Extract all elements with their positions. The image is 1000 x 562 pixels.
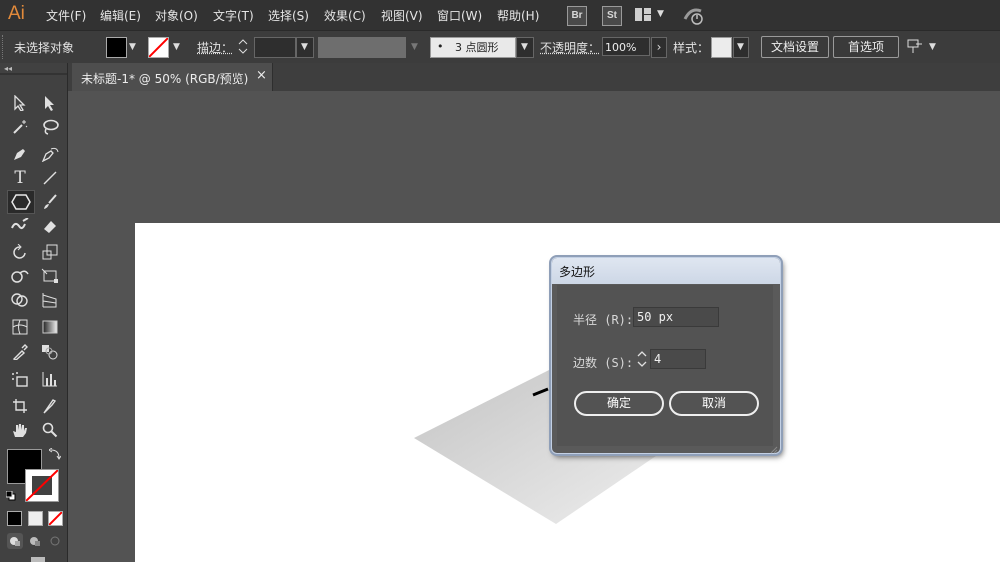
bridge-button[interactable]: Br [567, 6, 587, 26]
tools-panel: ◂◂ T [0, 63, 68, 562]
line-icon[interactable] [39, 168, 61, 188]
lasso-icon[interactable] [39, 117, 61, 137]
document-tab[interactable]: 未标题-1* @ 50% (RGB/预览) × [72, 63, 273, 91]
shape-builder-icon[interactable] [9, 290, 31, 310]
brush-definition[interactable]: • 3 点圆形 [430, 37, 516, 58]
polygon-icon[interactable] [7, 190, 35, 214]
radius-input[interactable]: 50 px [633, 307, 719, 327]
chevron-down-icon[interactable]: ▼ [411, 42, 418, 52]
stroke-label[interactable]: 描边： [197, 39, 233, 56]
style-dropdown[interactable]: ▼ [733, 37, 749, 58]
column-graph-icon[interactable] [39, 369, 61, 389]
stroke-weight-dropdown[interactable]: ▼ [296, 37, 314, 58]
gradient-mode-icon[interactable] [28, 511, 43, 526]
app-logo: Ai [8, 3, 25, 24]
pen-icon[interactable] [9, 144, 31, 164]
control-bar: 未选择对象 ▼ ▼ 描边： ▼ ▼ • 3 点圆形 ▼ 不透明度： 100% ›… [0, 30, 1000, 64]
panel-divider [0, 73, 67, 75]
stroke-swatch[interactable] [148, 37, 169, 58]
document-setup-button[interactable]: 文档设置 [761, 36, 829, 58]
resize-grip-icon[interactable] [770, 443, 778, 454]
variable-width-profile[interactable] [318, 37, 406, 58]
perspective-icon[interactable] [39, 290, 61, 310]
dialog-title: 多边形 [559, 265, 596, 279]
chevron-down-icon[interactable]: ▼ [129, 42, 136, 52]
zoom-icon[interactable] [39, 420, 61, 440]
menu-window[interactable]: 窗口(W) [437, 7, 482, 24]
polygon-dialog: 多边形 半径 (R): 50 px 边数 (S): 4 确定 取消 [551, 257, 781, 454]
default-colors-icon[interactable] [5, 490, 16, 501]
chevron-right-icon[interactable]: › [651, 37, 667, 58]
swap-fill-stroke-icon[interactable] [48, 447, 62, 460]
menu-help[interactable]: 帮助(H) [497, 7, 539, 24]
sides-stepper[interactable] [636, 349, 648, 369]
brush-label: 3 点圆形 [455, 41, 499, 54]
none-mode-icon[interactable] [48, 511, 63, 526]
rotate-icon[interactable] [9, 242, 31, 262]
stroke-weight-stepper[interactable] [236, 37, 250, 56]
shaper-icon[interactable] [9, 216, 31, 236]
gradient-icon[interactable] [39, 317, 61, 337]
paintbrush-icon[interactable] [39, 192, 61, 212]
cancel-button[interactable]: 取消 [669, 391, 759, 416]
menu-select[interactable]: 选择(S) [268, 7, 309, 24]
ok-button[interactable]: 确定 [574, 391, 664, 416]
eraser-icon[interactable] [39, 216, 61, 236]
document-tab-title: 未标题-1* @ 50% (RGB/预览) [81, 72, 249, 86]
opacity-label[interactable]: 不透明度： [540, 39, 600, 56]
selection-status: 未选择对象 [14, 41, 75, 55]
radius-label: 半径 (R): [573, 313, 634, 327]
free-transform-icon[interactable] [39, 266, 61, 286]
close-icon[interactable]: × [256, 68, 267, 83]
sides-label: 边数 (S): [573, 356, 634, 370]
curvature-icon[interactable] [39, 144, 61, 164]
menu-edit[interactable]: 编辑(E) [100, 7, 141, 24]
eyedropper-icon[interactable] [9, 342, 31, 362]
artboard-icon[interactable] [9, 396, 31, 416]
stroke-color-box[interactable] [25, 469, 59, 502]
blend-icon[interactable] [39, 342, 61, 362]
mesh-icon[interactable] [9, 317, 31, 337]
selection-icon[interactable] [9, 93, 31, 113]
slice-icon[interactable] [39, 396, 61, 416]
workspace-layout-icon[interactable] [635, 8, 651, 21]
menu-object[interactable]: 对象(O) [155, 7, 198, 24]
preferences-button[interactable]: 首选项 [833, 36, 899, 58]
panel-grip[interactable] [2, 35, 5, 59]
menu-view[interactable]: 视图(V) [381, 7, 423, 24]
sides-input[interactable]: 4 [650, 349, 706, 369]
magic-wand-icon[interactable] [9, 117, 31, 137]
stock-button[interactable]: St [602, 6, 622, 26]
opacity-input[interactable]: 100% [602, 37, 650, 56]
fill-swatch[interactable] [106, 37, 127, 58]
hand-icon[interactable] [9, 420, 31, 440]
graphic-style-swatch[interactable] [711, 37, 732, 58]
chevron-down-icon[interactable]: ▼ [929, 42, 936, 52]
chevron-down-icon[interactable]: ▼ [657, 9, 664, 19]
color-mode-icon[interactable] [7, 511, 22, 526]
chevron-down-icon[interactable]: ▼ [173, 42, 180, 52]
symbol-sprayer-icon[interactable] [9, 369, 31, 389]
menu-bar: Ai 文件(F) 编辑(E) 对象(O) 文字(T) 选择(S) 效果(C) 视… [0, 0, 1000, 30]
arrange-documents-icon[interactable] [907, 38, 925, 54]
scale-icon[interactable] [39, 242, 61, 262]
draw-behind-icon[interactable] [27, 533, 43, 549]
dialog-titlebar[interactable]: 多边形 [552, 258, 780, 284]
direct-selection-icon[interactable] [39, 93, 61, 113]
menu-effect[interactable]: 效果(C) [324, 7, 366, 24]
screen-mode-icon[interactable] [31, 557, 45, 562]
dialog-body: 半径 (R): 50 px 边数 (S): 4 确定 取消 [557, 285, 773, 446]
gpu-performance-icon[interactable] [683, 5, 705, 25]
brush-dropdown[interactable]: ▼ [516, 37, 534, 58]
draw-inside-icon[interactable] [47, 533, 63, 549]
menu-file[interactable]: 文件(F) [46, 7, 86, 24]
stroke-weight-input[interactable] [254, 37, 296, 58]
style-label: 样式： [673, 41, 710, 55]
warp-icon[interactable] [9, 266, 31, 286]
brush-dot-icon: • [437, 40, 444, 53]
type-icon[interactable]: T [9, 168, 31, 188]
collapse-panel-icon[interactable]: ◂◂ [4, 64, 12, 73]
draw-normal-icon[interactable] [7, 533, 23, 549]
menu-type[interactable]: 文字(T) [213, 7, 254, 24]
